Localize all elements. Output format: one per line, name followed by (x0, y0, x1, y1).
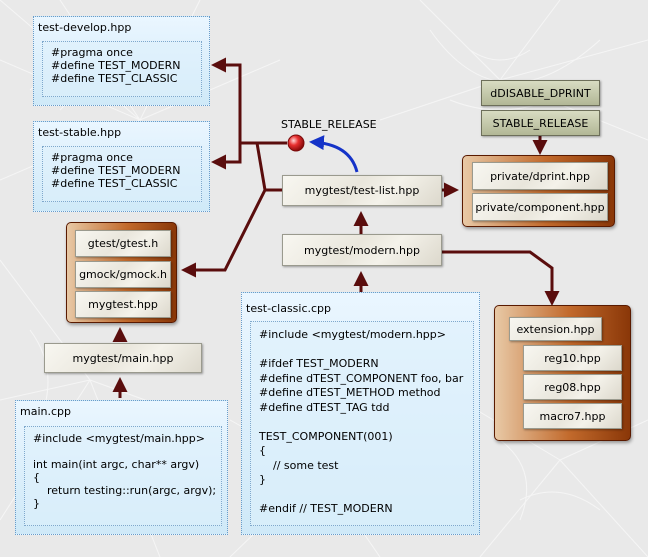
note-test-stable: test-stable.hpp #pragma once #define TES… (33, 121, 210, 212)
note-main-cpp: main.cpp #include <mygtest/main.hpp> int… (15, 400, 228, 535)
private-module-group: private/dprint.hpp private/component.hpp (462, 155, 615, 227)
extension-module-group: extension.hpp reg10.hpp reg08.hpp macro7… (494, 305, 631, 441)
file-gmock-h[interactable]: gmock/gmock.h (75, 261, 171, 288)
arrow-switch-to-test-stable (211, 141, 257, 170)
gtest-module-group: gtest/gtest.h gmock/gmock.h mygtest.hpp (66, 222, 177, 323)
file-modern-hpp[interactable]: mygtest/modern.hpp (282, 234, 442, 266)
code-block: #pragma once #define TEST_MODERN #define… (42, 41, 202, 97)
file-mygtest-hpp[interactable]: mygtest.hpp (75, 291, 171, 318)
note-test-develop: test-develop.hpp #pragma once #define TE… (33, 16, 210, 106)
stable-release-label: STABLE_RELEASE (281, 118, 377, 131)
file-test-list-hpp[interactable]: mygtest/test-list.hpp (282, 175, 442, 206)
macro-ddisable-dprint[interactable]: dDISABLE_DPRINT (481, 80, 600, 106)
file-private-component-hpp[interactable]: private/component.hpp (472, 193, 608, 221)
arrow-switch-to-test-develop (211, 57, 257, 145)
file-reg10-hpp[interactable]: reg10.hpp (523, 345, 622, 371)
note-title: test-develop.hpp (38, 21, 132, 34)
note-title: test-classic.cpp (246, 302, 332, 315)
code-block: #include <mygtest/main.hpp> int main(int… (24, 426, 222, 526)
code-block: #pragma once #define TEST_MODERN #define… (42, 146, 202, 202)
macro-stable-release[interactable]: STABLE_RELEASE (481, 110, 600, 136)
file-extension-hpp[interactable]: extension.hpp (509, 317, 602, 341)
note-title: test-stable.hpp (38, 126, 122, 139)
file-macro7-hpp[interactable]: macro7.hpp (523, 403, 622, 429)
code-block: #include <mygtest/modern.hpp> #ifdef TES… (250, 321, 474, 526)
file-private-dprint-hpp[interactable]: private/dprint.hpp (472, 162, 608, 190)
note-test-classic: test-classic.cpp #include <mygtest/moder… (241, 292, 480, 535)
release-switch-node (287, 134, 305, 152)
file-mygtest-main-hpp[interactable]: mygtest/main.hpp (44, 343, 202, 373)
file-gtest-h[interactable]: gtest/gtest.h (75, 230, 171, 257)
file-reg08-hpp[interactable]: reg08.hpp (523, 374, 622, 400)
note-title: main.cpp (20, 405, 71, 418)
arrow-switch-blue (309, 135, 359, 173)
